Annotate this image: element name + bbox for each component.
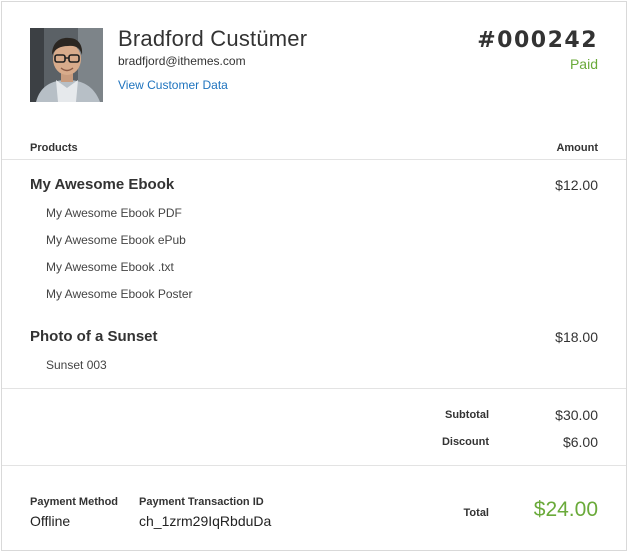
avatar-photo-icon [30,28,103,102]
product-file: Sunset 003 [46,358,107,372]
order-status-badge: Paid [569,56,598,72]
transaction-id-label: Payment Transaction ID [139,496,264,508]
product-price: $12.00 [555,177,598,193]
product-price: $18.00 [555,329,598,345]
payment-method-value: Offline [30,513,71,529]
subtotal-value: $30.00 [555,407,598,423]
discount-label: Discount [441,436,489,448]
product-file: My Awesome Ebook ePub [46,233,186,247]
avatar [30,28,103,102]
total-label: Total [463,507,489,519]
product-file: My Awesome Ebook Poster [46,287,193,301]
view-customer-data-link[interactable]: View Customer Data [118,78,228,92]
product-file: My Awesome Ebook PDF [46,206,182,220]
divider [2,465,626,466]
order-card: Bradford Custümer bradfjord@ithemes.com … [1,1,627,551]
subtotal-label: Subtotal [445,409,489,421]
product-title: Photo of a Sunset [30,328,158,345]
order-number: #000242 [477,28,598,53]
customer-email: bradfjord@ithemes.com [118,54,246,68]
divider [2,159,626,160]
total-value: $24.00 [533,498,598,521]
products-column-header: Products [30,142,78,154]
divider [2,388,626,389]
discount-value: $6.00 [562,434,598,450]
payment-method-label: Payment Method [30,496,119,508]
transaction-id-value: ch_1zrm29IqRbduDa [139,513,272,529]
product-file: My Awesome Ebook .txt [46,260,174,274]
amount-column-header: Amount [556,142,598,154]
customer-name: Bradford Custümer [118,26,308,51]
product-title: My Awesome Ebook [30,176,175,193]
